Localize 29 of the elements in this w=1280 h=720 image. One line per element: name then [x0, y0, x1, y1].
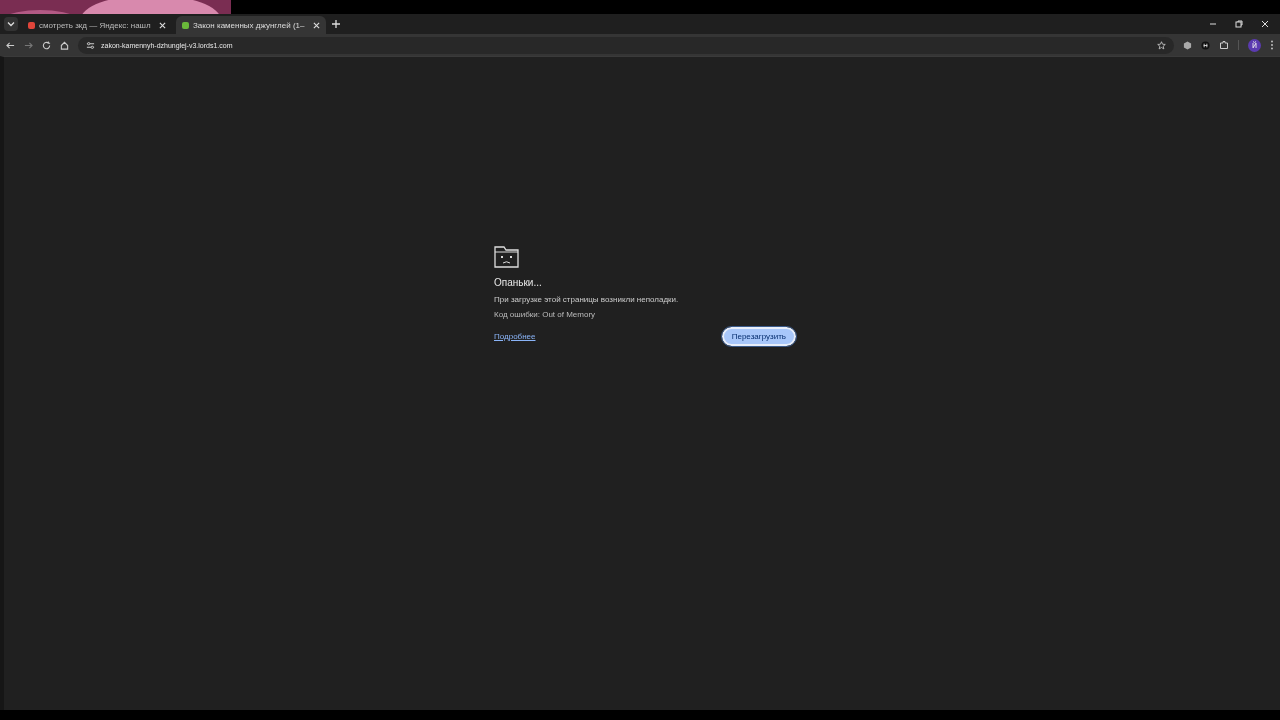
puzzle-icon[interactable]	[1219, 40, 1229, 50]
star-icon[interactable]	[1157, 40, 1166, 50]
caret-icon	[7, 20, 15, 28]
minimize-icon[interactable]	[1209, 20, 1217, 28]
extension-icon[interactable]	[1183, 40, 1192, 50]
browser-tab[interactable]: смотреть зкд — Яндекс: нашл	[22, 16, 172, 34]
home-icon[interactable]	[60, 40, 69, 50]
error-message: При загрузке этой страницы возникли неполадки.	[494, 295, 680, 304]
tab-title: смотреть зкд — Яндекс: нашл	[39, 20, 152, 30]
close-icon[interactable]	[313, 21, 320, 29]
new-tab-icon[interactable]	[332, 20, 340, 28]
tab-search-button[interactable]	[4, 17, 18, 31]
extension-icon[interactable]	[1201, 40, 1210, 50]
sad-folder-icon	[494, 246, 519, 268]
details-link[interactable]: Подробнее	[494, 332, 536, 341]
menu-icon[interactable]	[1270, 40, 1274, 50]
close-icon[interactable]	[1261, 20, 1269, 28]
browser-tab[interactable]: Закон каменных джунглей (1–	[176, 16, 326, 34]
error-title: Опаньки...	[494, 277, 543, 288]
profile-avatar[interactable]: й	[1248, 38, 1261, 52]
back-icon[interactable]	[6, 40, 15, 50]
tab-title: Закон каменных джунглей (1–	[193, 20, 306, 30]
error-code: Код ошибки: Out of Memory	[494, 310, 597, 319]
reload-icon[interactable]	[42, 40, 51, 50]
site-settings-icon[interactable]	[86, 40, 95, 50]
forward-icon[interactable]	[24, 40, 33, 50]
close-icon[interactable]	[159, 21, 166, 29]
reload-button[interactable]: Перезагрузить	[721, 327, 796, 346]
restore-icon[interactable]	[1235, 20, 1243, 28]
